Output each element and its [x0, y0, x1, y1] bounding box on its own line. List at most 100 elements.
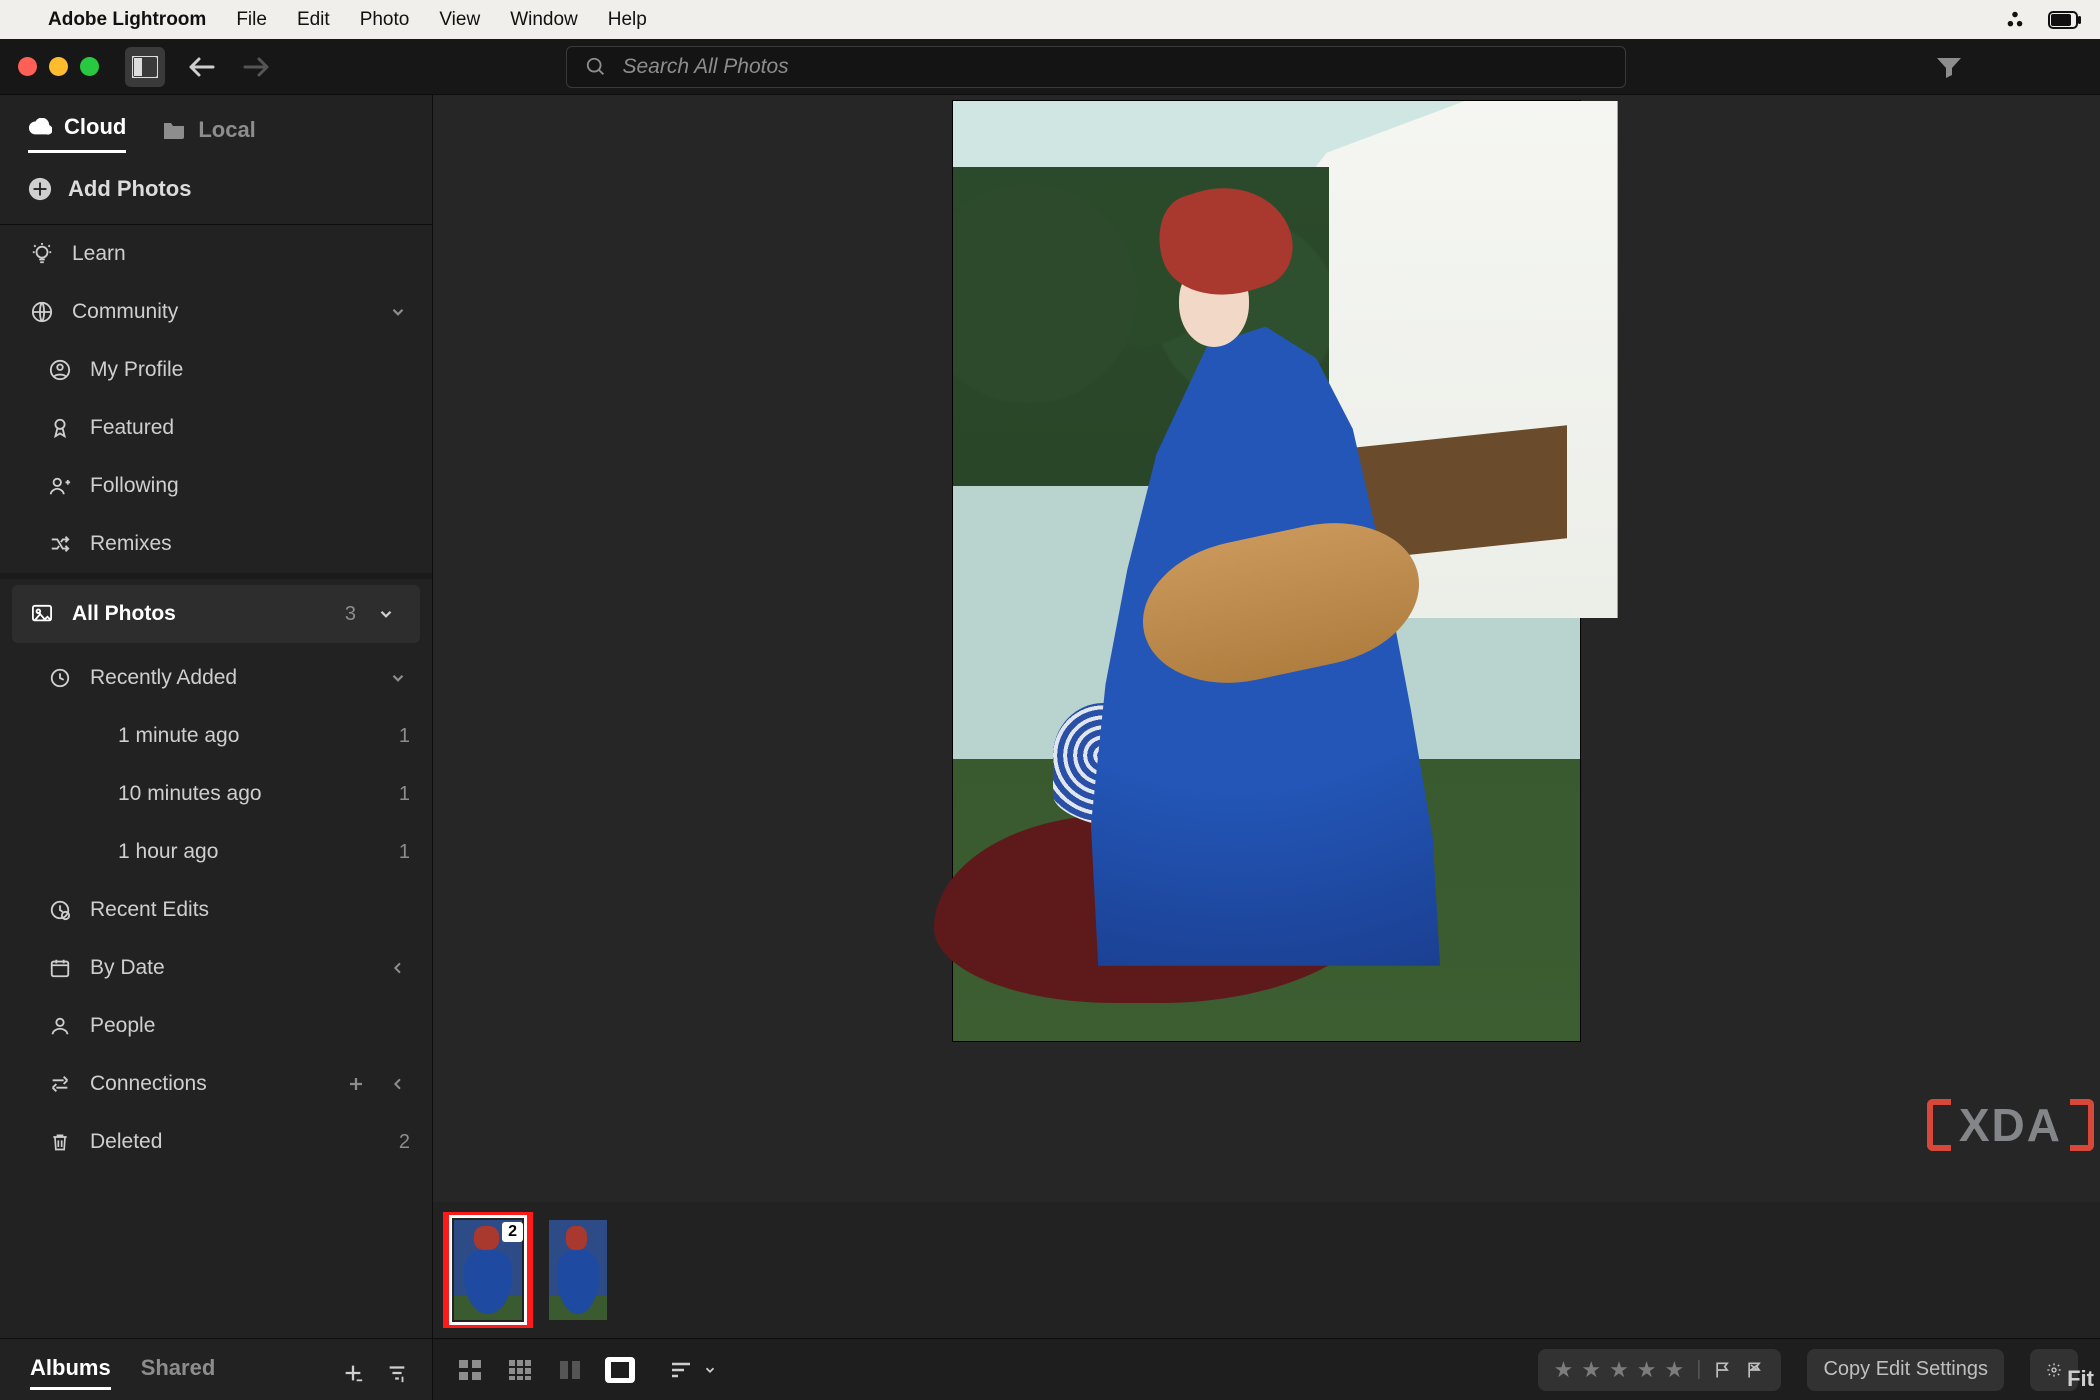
person-icon: [48, 1014, 72, 1038]
flag-pick-icon[interactable]: [1713, 1360, 1733, 1380]
zoom-fit-label[interactable]: Fit: [2067, 1366, 2094, 1392]
chevron-down-icon: [386, 300, 410, 324]
count-badge: 1: [399, 725, 410, 748]
sidebar-item-label: Learn: [72, 242, 126, 266]
all-photos-count: 3: [345, 603, 356, 626]
view-grid-large-button[interactable]: [455, 1357, 485, 1383]
rating-flag-chip[interactable]: ★ ★ ★ ★ ★ |: [1538, 1349, 1782, 1391]
window-zoom-button[interactable]: [80, 57, 99, 76]
sidebar-bottom-tab-shared[interactable]: Shared: [141, 1355, 216, 1390]
sidebar-item-label: All Photos: [72, 602, 176, 626]
sidebar-item-remixes[interactable]: Remixes: [0, 515, 432, 573]
count-badge: 2: [399, 1131, 410, 1154]
view-compare-button[interactable]: [555, 1357, 585, 1383]
image-viewport[interactable]: XDA: [433, 95, 2100, 1202]
filmstrip[interactable]: 2: [433, 1202, 2100, 1338]
sidebar-tab-local-label: Local: [198, 117, 255, 143]
nav-forward-button[interactable]: [243, 55, 271, 79]
remix-icon: [48, 532, 72, 556]
sidebar-item-recent-edits[interactable]: Recent Edits: [0, 881, 432, 939]
lightbulb-icon: [30, 242, 54, 266]
sidebar-item-following[interactable]: Following: [0, 457, 432, 515]
app-toolbar: Search All Photos: [0, 39, 2100, 95]
menu-file[interactable]: File: [236, 9, 267, 31]
copy-edit-settings-button[interactable]: Copy Edit Settings: [1807, 1349, 2004, 1391]
view-grid-small-button[interactable]: [505, 1357, 535, 1383]
menu-photo[interactable]: Photo: [360, 9, 410, 31]
search-input[interactable]: Search All Photos: [566, 46, 1626, 88]
battery-icon[interactable]: [2048, 11, 2082, 29]
menu-app-name[interactable]: Adobe Lightroom: [48, 9, 206, 31]
macos-menubar: Adobe Lightroom File Edit Photo View Win…: [0, 0, 2100, 39]
sidebar-item-my-profile[interactable]: My Profile: [0, 341, 432, 399]
sidebar-item-label: People: [90, 1014, 155, 1038]
panel-toggle-button[interactable]: [125, 47, 165, 87]
folder-icon: [162, 118, 186, 142]
menu-help[interactable]: Help: [608, 9, 647, 31]
sidebar-item-people[interactable]: People: [0, 997, 432, 1055]
count-badge: 1: [399, 841, 410, 864]
sidebar-item-learn[interactable]: Learn: [0, 225, 432, 283]
sidebar-item-recent-0[interactable]: 1 minute ago 1: [0, 707, 432, 765]
sidebar-item-deleted[interactable]: Deleted 2: [0, 1113, 432, 1171]
sidebar-item-featured[interactable]: Featured: [0, 399, 432, 457]
connections-icon: [48, 1072, 72, 1096]
menu-window[interactable]: Window: [510, 9, 578, 31]
add-photos-button[interactable]: Add Photos: [0, 153, 432, 225]
image-icon: [30, 602, 54, 626]
bottom-toolbar: ★ ★ ★ ★ ★ | Copy Edit Settings F: [433, 1338, 2100, 1400]
window-close-button[interactable]: [18, 57, 37, 76]
nav-back-button[interactable]: [187, 55, 215, 79]
window-minimize-button[interactable]: [49, 57, 68, 76]
sidebar-item-label: Recent Edits: [90, 898, 209, 922]
add-circle-icon: [28, 177, 52, 201]
sidebar-tab-cloud[interactable]: Cloud: [28, 114, 126, 153]
menulet-icon[interactable]: [2004, 9, 2026, 31]
sidebar-item-by-date[interactable]: By Date: [0, 939, 432, 997]
star-icon[interactable]: ★: [1581, 1357, 1601, 1383]
sidebar-item-recent-1[interactable]: 10 minutes ago 1: [0, 765, 432, 823]
sidebar-item-label: Connections: [90, 1072, 207, 1096]
profile-icon: [48, 358, 72, 382]
sidebar-item-label: Recently Added: [90, 666, 237, 690]
sidebar-item-label: 1 minute ago: [118, 724, 239, 748]
filter-albums-button[interactable]: [386, 1362, 408, 1384]
chevron-left-icon: [386, 1072, 410, 1096]
sidebar-tab-local[interactable]: Local: [162, 117, 255, 153]
filmstrip-thumb-2[interactable]: [543, 1212, 613, 1328]
plus-icon[interactable]: [344, 1072, 368, 1096]
chevron-down-icon: [386, 666, 410, 690]
preview-image: [953, 101, 1580, 1041]
sidebar-item-community[interactable]: Community: [0, 283, 432, 341]
sidebar-item-all-photos[interactable]: All Photos 3: [12, 585, 420, 643]
star-rating[interactable]: ★ ★ ★ ★ ★: [1554, 1357, 1685, 1383]
star-icon[interactable]: ★: [1609, 1357, 1629, 1383]
clock-icon: [48, 666, 72, 690]
sort-button[interactable]: [669, 1361, 717, 1379]
sidebar-item-recent-2[interactable]: 1 hour ago 1: [0, 823, 432, 881]
sidebar-item-label: By Date: [90, 956, 165, 980]
star-icon[interactable]: ★: [1554, 1357, 1574, 1383]
add-photos-label: Add Photos: [68, 176, 191, 202]
filmstrip-thumb-1[interactable]: 2: [443, 1212, 533, 1328]
sidebar-item-label: Community: [72, 300, 178, 324]
stack-count-badge: 2: [502, 1222, 523, 1242]
flag-reject-icon[interactable]: [1745, 1360, 1765, 1380]
view-detail-button[interactable]: [605, 1357, 635, 1383]
sidebar-item-label: Remixes: [90, 532, 172, 556]
window-controls: [18, 57, 99, 76]
sidebar-item-connections[interactable]: Connections: [0, 1055, 432, 1113]
sidebar-item-recently-added[interactable]: Recently Added: [0, 649, 432, 707]
menu-edit[interactable]: Edit: [297, 9, 330, 31]
chevron-left-icon: [386, 956, 410, 980]
menu-view[interactable]: View: [439, 9, 480, 31]
calendar-icon: [48, 956, 72, 980]
add-album-button[interactable]: [342, 1362, 364, 1384]
filter-button[interactable]: [1936, 56, 1962, 78]
trash-icon: [48, 1130, 72, 1154]
sidebar-tab-cloud-label: Cloud: [64, 114, 126, 140]
sidebar-bottom-tab-albums[interactable]: Albums: [30, 1355, 111, 1390]
star-icon[interactable]: ★: [1665, 1357, 1685, 1383]
star-icon[interactable]: ★: [1637, 1357, 1657, 1383]
user-plus-icon: [48, 474, 72, 498]
